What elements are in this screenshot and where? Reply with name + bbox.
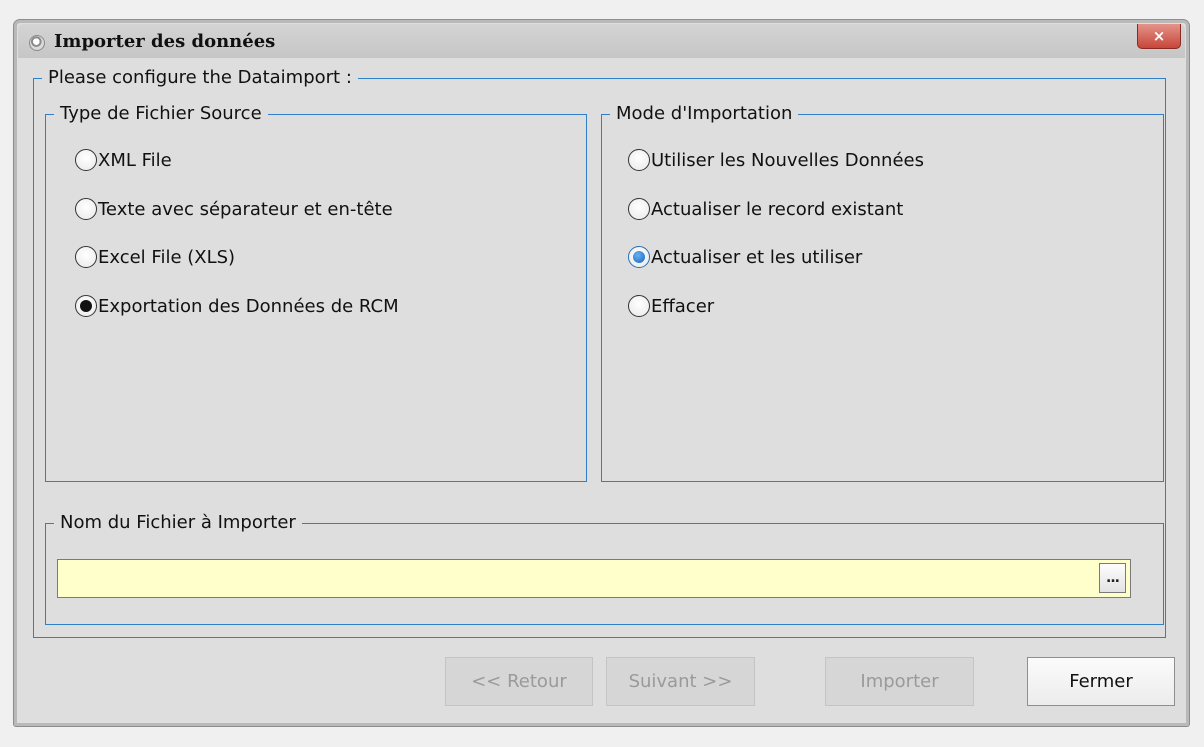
file-path-input[interactable]: [57, 559, 1131, 598]
close-icon: ×: [1152, 26, 1166, 45]
window-title: Importer des données: [54, 31, 276, 52]
mode-option-update-existing[interactable]: Actualiser le record existant: [628, 198, 903, 220]
radio-button[interactable]: [75, 149, 97, 171]
source-option-rcm-export[interactable]: Exportation des Données de RCM: [75, 295, 399, 317]
close-window-button[interactable]: ×: [1137, 24, 1181, 49]
radio-button[interactable]: [628, 149, 650, 171]
close-button[interactable]: Fermer: [1027, 657, 1175, 706]
title-bar[interactable]: Importer des données ×: [18, 24, 1185, 58]
config-group-legend: Please configure the Dataimport :: [48, 67, 352, 88]
radio-label: Effacer: [651, 295, 715, 317]
browse-button[interactable]: ...: [1099, 563, 1126, 593]
app-icon: [29, 35, 45, 51]
radio-button[interactable]: [75, 198, 97, 220]
radio-button-selected[interactable]: [75, 295, 97, 317]
radio-label: Actualiser et les utiliser: [651, 246, 863, 268]
radio-button-selected[interactable]: [628, 246, 650, 268]
back-button[interactable]: << Retour: [445, 657, 593, 706]
radio-button[interactable]: [628, 295, 650, 317]
import-mode-legend: Mode d'Importation: [616, 103, 793, 124]
radio-label: Exportation des Données de RCM: [98, 295, 399, 317]
mode-option-delete[interactable]: Effacer: [628, 295, 714, 317]
mode-option-use-new[interactable]: Utiliser les Nouvelles Données: [628, 149, 924, 171]
radio-label: Excel File (XLS): [98, 246, 236, 268]
next-button[interactable]: Suivant >>: [606, 657, 755, 706]
source-type-legend: Type de Fichier Source: [60, 103, 262, 124]
mode-option-update-and-use[interactable]: Actualiser et les utiliser: [628, 246, 862, 268]
radio-button[interactable]: [75, 246, 97, 268]
radio-label: XML File: [98, 149, 172, 171]
radio-label: Texte avec séparateur et en-tête: [98, 198, 393, 220]
radio-label: Utiliser les Nouvelles Données: [651, 149, 924, 171]
radio-button[interactable]: [628, 198, 650, 220]
source-option-excel[interactable]: Excel File (XLS): [75, 246, 235, 268]
source-option-text-separator[interactable]: Texte avec séparateur et en-tête: [75, 198, 393, 220]
import-button[interactable]: Importer: [825, 657, 974, 706]
radio-label: Actualiser le record existant: [651, 198, 904, 220]
file-name-legend: Nom du Fichier à Importer: [60, 512, 296, 533]
source-option-xml[interactable]: XML File: [75, 149, 172, 171]
